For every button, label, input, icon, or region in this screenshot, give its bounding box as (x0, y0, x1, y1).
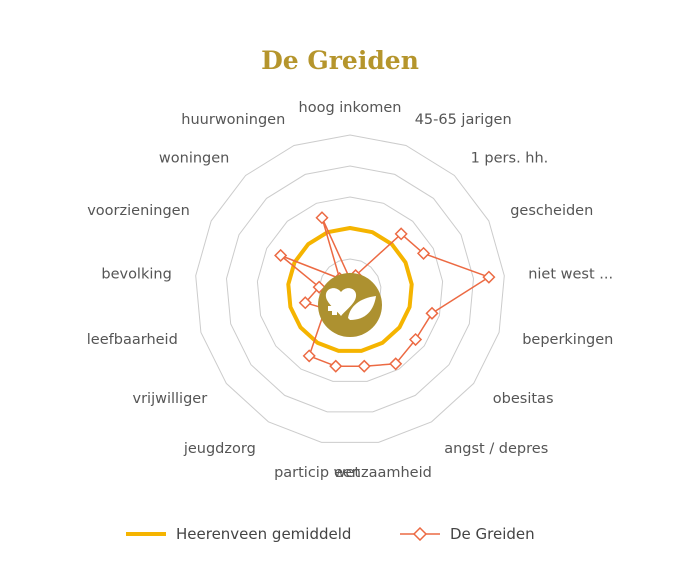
data-point-marker[interactable] (425, 306, 439, 320)
axis-label: hoog inkomen (299, 100, 402, 116)
data-point-marker[interactable] (357, 359, 371, 373)
chart-legend: Heerenveen gemiddeld De Greiden (0, 520, 680, 550)
axis-label: beperkingen (522, 332, 613, 348)
axis-label: particip wet (274, 465, 360, 481)
radar-chart: hoog inkomen 45-65 jarigen 1 pers. hh. gesc… (87, 100, 614, 481)
axis-label: leefbaarheid (87, 332, 178, 348)
axis-label: niet west ... (528, 267, 613, 283)
legend-item-de-greiden[interactable]: De Greiden (400, 520, 535, 548)
axis-label: voorzieningen (87, 203, 190, 219)
axis-label: woningen (159, 151, 229, 167)
legend-label: Heerenveen gemiddeld (176, 525, 352, 543)
axis-label: 45-65 jarigen (415, 112, 512, 128)
legend-item-heerenveen[interactable]: Heerenveen gemiddeld (126, 520, 351, 548)
legend-swatch-line (126, 532, 166, 536)
axis-label: gescheiden (510, 203, 593, 219)
axis-label: huurwoningen (181, 112, 285, 128)
axis-label: angst / depres (444, 441, 548, 457)
data-point-marker[interactable] (302, 349, 316, 363)
data-point-marker[interactable] (315, 211, 329, 225)
legend-label: De Greiden (450, 525, 535, 543)
axis-label: 1 pers. hh. (471, 151, 549, 167)
axis-label: jeugdzorg (183, 441, 256, 457)
data-point-marker[interactable] (482, 270, 496, 284)
axis-label: bevolking (101, 267, 171, 283)
data-point-marker[interactable] (329, 359, 343, 373)
axis-label: obesitas (493, 391, 554, 407)
center-badge (318, 273, 382, 337)
legend-swatch-diamond (400, 527, 440, 541)
axis-label: vrijwilliger (133, 391, 208, 407)
